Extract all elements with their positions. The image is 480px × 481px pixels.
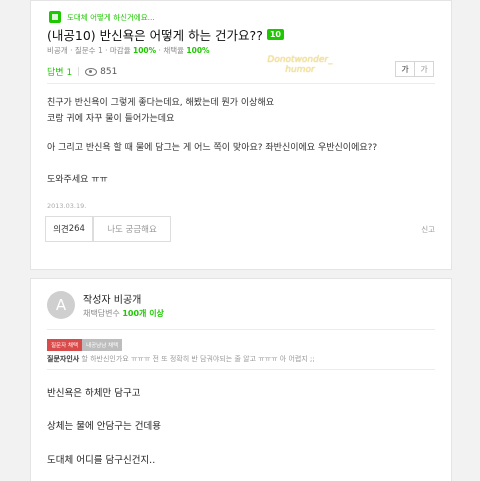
answers-link[interactable]: 답변 1 — [47, 65, 72, 78]
meta-sep: · — [67, 46, 75, 55]
report-link[interactable]: 신고 — [421, 224, 435, 235]
question-meta: 비공개 · 질문수 1 · 마감율 100% · 채택율 100% — [47, 45, 210, 56]
answer-card: A 작성자 비공개 채택답변수 100개 이상 질문자 채택 내공냠냠 채택 질… — [30, 278, 452, 481]
font-smaller-button[interactable]: 가 — [414, 62, 433, 76]
divider — [47, 329, 435, 330]
question-body-line: 코랑 귀에 자꾸 물이 들어가는데요 — [47, 114, 175, 124]
question-body-line: 아 그리고 반신욕 할 때 물에 담그는 게 어느 쪽이 맞아요? 좌반신이에요… — [47, 143, 378, 153]
answer-author: 작성자 비공개 — [83, 295, 142, 306]
answer-body-line: 도대체 어디를 담구신건지.. — [47, 455, 156, 466]
question-body-line: 도와주세요 ㅠㅠ — [47, 175, 108, 185]
answer-body-line: 반신욕은 하체만 담구고 — [47, 388, 141, 399]
adopt-value: 100개 이상 — [122, 309, 164, 318]
meta-author: 비공개 — [47, 46, 68, 55]
adopted-answer-count: 채택답변수 100개 이상 — [83, 308, 164, 319]
context-text: 도대체 어떻게 하신거에요... — [67, 12, 155, 22]
question-date: 2013.03.19. — [47, 202, 87, 210]
font-size-control: 가 가 — [395, 61, 434, 77]
opinion-label: 의견 — [53, 225, 69, 235]
watermark: Donotwonder_ humor — [267, 55, 333, 75]
divider — [47, 369, 435, 370]
meta-sep: · — [102, 46, 110, 55]
meta-adopt-value: 100% — [186, 46, 210, 55]
question-body-line: 친구가 반신욕이 그렇게 좋다는데요, 해봤는데 뭔가 이상해요 — [47, 98, 275, 108]
views: 851 — [85, 67, 117, 77]
opinion-count: 264 — [68, 224, 85, 234]
eye-icon — [85, 67, 98, 76]
questioner-greeting: 질문자인사 할 하반신인가요 ㅠㅠㅠ 전 또 정확히 반 담궈야되는 줄 알고 … — [47, 354, 315, 364]
question-card: 도대체 어떻게 하신거에요... (내공10) 반신욕은 어떻게 하는 건가요?… — [30, 0, 452, 270]
font-larger-button[interactable]: 가 — [396, 62, 414, 76]
meta-questions-label: 질문수 — [74, 46, 98, 55]
meta-deadline-value: 100% — [132, 46, 157, 55]
points-badge: 10 — [266, 29, 284, 40]
meta-adopt-label: 채택율 — [163, 46, 187, 55]
me-too-curious-button[interactable]: 나도 궁금해요 — [93, 216, 171, 242]
views-count: 851 — [100, 66, 118, 77]
meta-deadline-label: 마감율 — [109, 46, 133, 55]
question-stats: 답변 1 851 — [47, 65, 117, 79]
question-title: (내공10) 반신욕은 어떻게 하는 건가요?? 10 — [47, 25, 284, 44]
avatar: A — [47, 291, 75, 319]
category-badge-icon — [49, 11, 61, 23]
points-selected-tag: 내공냠냠 채택 — [82, 339, 123, 351]
greeting-label: 질문자인사 — [47, 355, 80, 363]
greeting-text: 할 하반신인가요 ㅠㅠㅠ 전 또 정확히 반 담궈야되는 줄 알고 ㅠㅠㅠ 아 … — [79, 355, 315, 363]
answers-label: 답변 — [47, 68, 64, 78]
answers-count: 1 — [66, 68, 73, 78]
answer-body-line: 상체는 물에 안담구는 건데용 — [47, 421, 161, 432]
answer-tags: 질문자 채택 내공냠냠 채택 — [47, 339, 123, 351]
adopt-label: 채택답변수 — [83, 309, 123, 318]
stats-divider — [78, 67, 80, 76]
questioner-selected-tag: 질문자 채택 — [47, 339, 83, 351]
opinion-button[interactable]: 의견 264 — [45, 216, 93, 242]
question-title-text: (내공10) 반신욕은 어떻게 하는 건가요?? — [47, 28, 263, 43]
question-context[interactable]: 도대체 어떻게 하신거에요... — [49, 11, 155, 23]
divider — [47, 83, 435, 84]
